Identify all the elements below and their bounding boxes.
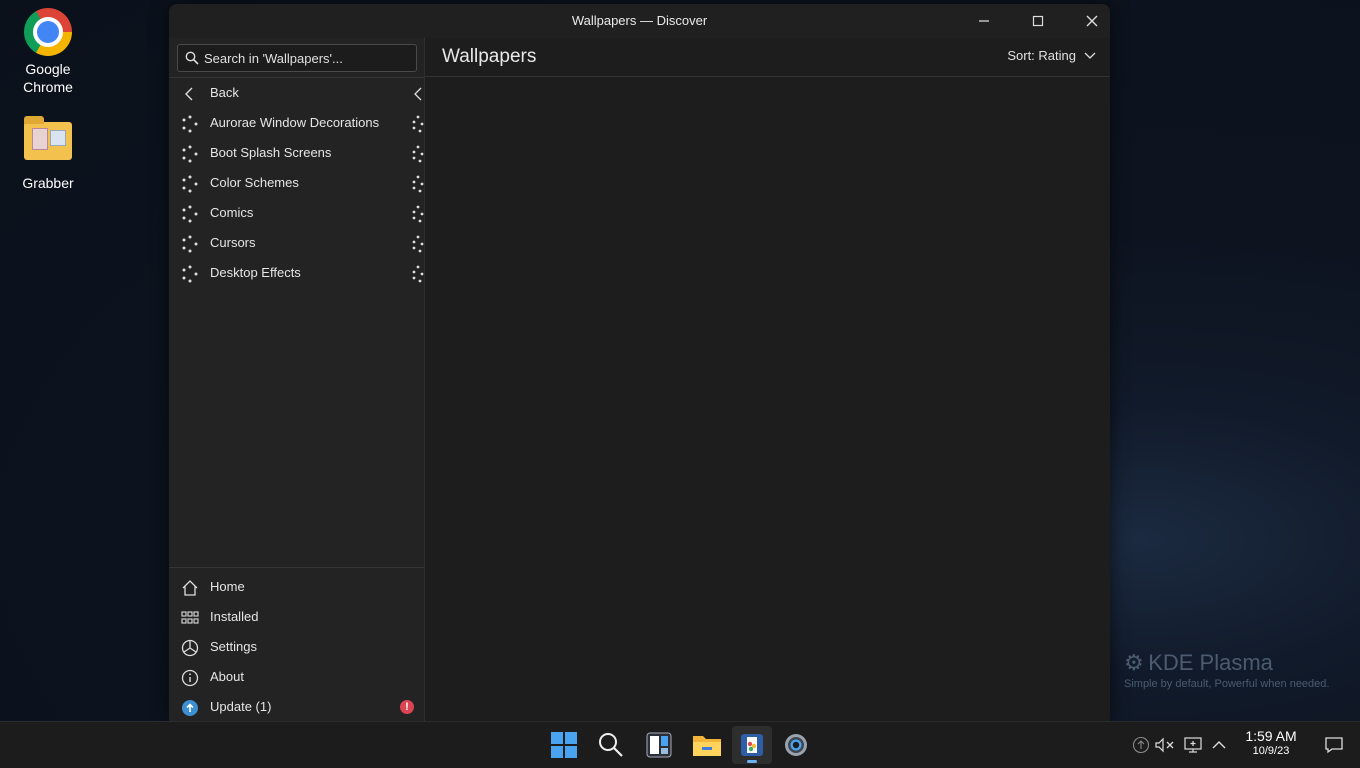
folder-icon	[24, 116, 72, 170]
sidebar-item-label: Color Schemes	[210, 175, 299, 190]
sidebar-item-installed[interactable]: Installed	[169, 602, 424, 632]
loading-icon	[412, 115, 424, 133]
loading-icon	[412, 175, 424, 193]
sort-label: Sort: Rating	[1007, 48, 1076, 63]
sidebar-item-settings[interactable]: Settings	[169, 632, 424, 662]
loading-icon	[182, 235, 198, 253]
sidebar-item-label: Boot Splash Screens	[210, 145, 332, 160]
minimize-icon	[979, 20, 989, 22]
collapse-chevron-icon	[414, 87, 422, 101]
sidebar-item-label: Installed	[210, 609, 259, 624]
sidebar-item-label: About	[210, 669, 244, 684]
volume-muted-icon	[1155, 737, 1174, 753]
sidebar-item-comics[interactable]: Comics	[169, 198, 424, 228]
loading-icon	[412, 205, 424, 223]
desktop-icon-chrome[interactable]: Google Chrome	[8, 8, 88, 96]
main-content: Wallpapers Sort: Rating	[425, 38, 1110, 721]
kde-watermark: ⚙ KDE Plasma Simple by default, Powerful…	[1124, 650, 1329, 690]
discover-taskbar-button[interactable]	[732, 726, 772, 764]
grid-icon	[181, 611, 199, 624]
update-arrow-icon	[1132, 736, 1150, 754]
search-icon	[599, 733, 623, 757]
tray-expand-button[interactable]	[1208, 734, 1230, 756]
kde-tagline: Simple by default, Powerful when needed.	[1124, 678, 1330, 690]
desktop-icon-grabber[interactable]: Grabber	[8, 116, 88, 192]
widgets-button[interactable]	[639, 726, 679, 764]
desktop-icon-label: Google Chrome	[23, 61, 73, 95]
sidebar-item-label: Aurorae Window Decorations	[210, 115, 380, 130]
file-explorer-icon	[693, 736, 721, 756]
sidebar-item-label: Comics	[210, 205, 254, 220]
search-icon	[185, 51, 199, 65]
sidebar-item-desktop-effects[interactable]: Desktop Effects	[169, 258, 424, 288]
sidebar-item-home[interactable]: Home	[169, 572, 424, 602]
sidebar-item-update[interactable]: Update (1) !	[169, 692, 424, 721]
chrome-icon	[24, 8, 72, 56]
tray-display-button[interactable]	[1182, 734, 1204, 756]
loading-icon	[182, 175, 198, 193]
display-icon	[1184, 737, 1202, 753]
minimize-button[interactable]	[957, 4, 1011, 38]
settings-icon	[785, 734, 807, 756]
maximize-button[interactable]	[1011, 4, 1065, 38]
sidebar-item-label: Desktop Effects	[210, 265, 301, 280]
kde-brand: KDE Plasma	[1148, 650, 1273, 675]
sidebar-item-cursors[interactable]: Cursors	[169, 228, 424, 258]
update-badge: !	[400, 700, 414, 714]
back-label: Back	[210, 85, 239, 100]
tray-updates-button[interactable]	[1130, 734, 1152, 756]
chevron-up-icon	[1212, 741, 1226, 749]
sidebar-item-label: Settings	[210, 639, 257, 654]
taskbar-search-button[interactable]	[591, 726, 631, 764]
close-icon	[1086, 15, 1098, 27]
sidebar-item-boot-splash[interactable]: Boot Splash Screens	[169, 138, 424, 168]
settings-taskbar-button[interactable]	[776, 726, 816, 764]
loading-icon	[182, 205, 198, 223]
discover-icon	[741, 734, 763, 756]
notifications-button[interactable]	[1323, 734, 1345, 756]
sidebar-item-color-schemes[interactable]: Color Schemes	[169, 168, 424, 198]
settings-icon	[181, 639, 199, 657]
discover-window: Wallpapers — Discover Back Aurorae Windo…	[169, 4, 1110, 721]
sidebar-item-aurorae[interactable]: Aurorae Window Decorations	[169, 108, 424, 138]
search-box[interactable]	[177, 44, 417, 72]
sidebar-item-label: Cursors	[210, 235, 256, 250]
sidebar: Back Aurorae Window Decorations Boot Spl…	[169, 38, 425, 721]
sort-dropdown[interactable]: Sort: Rating	[1007, 48, 1096, 63]
maximize-icon	[1032, 15, 1044, 27]
kde-logo-icon: ⚙	[1124, 650, 1144, 675]
search-input[interactable]	[204, 45, 409, 71]
update-icon	[182, 700, 198, 716]
notification-icon	[1325, 737, 1343, 754]
clock[interactable]: 1:59 AM 10/9/23	[1236, 728, 1306, 758]
clock-time: 1:59 AM	[1245, 728, 1297, 744]
chevron-down-icon	[1084, 52, 1096, 59]
title-bar[interactable]: Wallpapers — Discover	[169, 4, 1110, 38]
tray-volume-button[interactable]	[1154, 734, 1176, 756]
start-icon	[551, 732, 577, 758]
back-button[interactable]: Back	[169, 78, 424, 108]
info-icon	[181, 669, 199, 687]
clock-date: 10/9/23	[1252, 745, 1290, 757]
sidebar-item-label: Home	[210, 579, 245, 594]
page-title: Wallpapers	[442, 46, 537, 67]
file-explorer-button[interactable]	[687, 726, 727, 764]
close-button[interactable]	[1065, 4, 1110, 38]
desktop-icon-label: Grabber	[22, 175, 74, 191]
loading-icon	[412, 265, 424, 283]
sidebar-item-about[interactable]: About	[169, 662, 424, 692]
loading-icon	[412, 145, 424, 163]
chevron-left-icon	[185, 87, 193, 101]
loading-icon	[182, 265, 198, 283]
loading-icon	[182, 145, 198, 163]
widgets-icon	[646, 732, 672, 758]
loading-icon	[412, 235, 424, 253]
start-button[interactable]	[544, 726, 584, 764]
home-icon	[182, 580, 198, 596]
loading-icon	[182, 115, 198, 133]
taskbar: 1:59 AM 10/9/23	[0, 721, 1360, 768]
sidebar-item-label: Update (1)	[210, 699, 272, 714]
